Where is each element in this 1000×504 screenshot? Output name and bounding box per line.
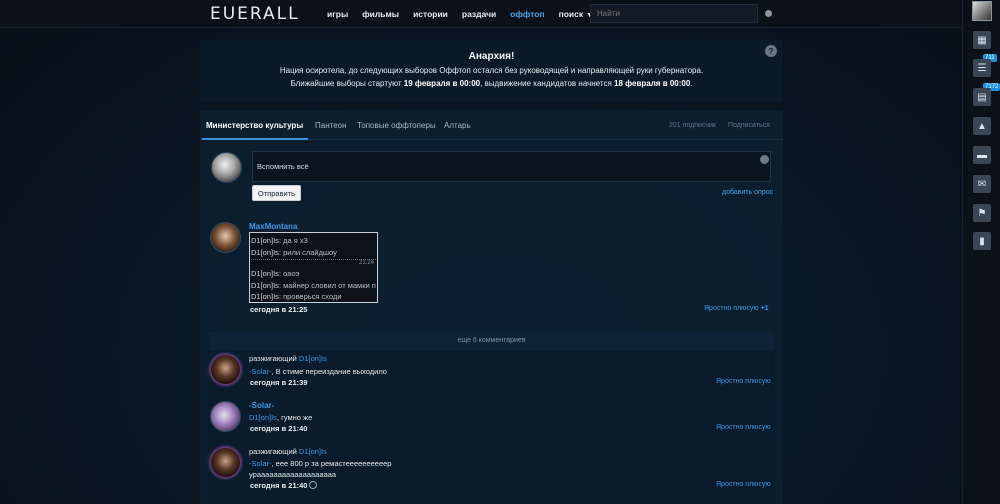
announcement-title: Анархия! [468,51,515,62]
post-author[interactable]: MaxMontana [249,222,297,231]
mention-link[interactable]: D1[on]Is [249,413,277,422]
quote-nick: D1[on]Is [251,269,279,278]
quote-nick: D1[on]Is [251,247,279,257]
reply-text: -Solar-, еее 800 р за ремастеееееееееер [249,459,391,468]
announcement-banner: ? Анархия! Нация осиротела, до следующих… [200,40,783,102]
help-icon[interactable]: ? [765,45,777,57]
nav-search-label: поиск [558,9,584,19]
quote-text: : рили слайдшоу [278,247,337,257]
user-avatar[interactable] [972,1,992,21]
quote-text: : проверься сходи [278,292,342,301]
subscribe-button[interactable]: Подписаться [728,122,770,129]
user-rank: разжигающий [249,447,297,456]
main-panel: Министерство культуры Пантеон Топовые оф… [200,110,783,504]
top-bar: EUERALL игры фильмы истории раздачи оффт… [0,0,1000,28]
election-date: 19 февраля в 00:00 [403,79,481,88]
quote-nick: D1[on]Is [251,292,279,301]
stats-icon[interactable]: ▮ [973,232,991,250]
avatar[interactable] [210,354,241,385]
announcement-line1: Нация осиротела, до следующих выборов Оф… [279,66,704,75]
announcement-text: Ближайшие выборы стартуют [290,79,404,88]
tab-pantheon[interactable]: Пантеон [315,121,347,130]
mention-link[interactable]: -Solar- [249,459,272,468]
reply-author[interactable]: D1[on]Is [299,354,327,363]
reply-time[interactable]: сегодня в 21:39 [250,378,307,387]
announcement-line2: Ближайшие выборы стартуют 19 февраля в 0… [200,79,783,88]
quote-divider: 21:24 [251,259,376,267]
quote-nick: D1[on]Is [251,236,279,245]
active-tab-indicator [202,138,308,140]
subscriber-count: 201 подписчик [669,122,716,129]
main-nav: игры фильмы истории раздачи оффтоп поиск… [327,9,607,19]
smile-icon[interactable] [760,155,769,164]
avatar[interactable] [210,401,241,432]
reply-author[interactable]: D1[on]Is [299,447,327,456]
list-icon[interactable]: ☰ [973,59,991,77]
comment-input[interactable] [252,151,771,182]
nav-giveaways[interactable]: раздачи [462,9,496,19]
reply-body: , гумно же [276,413,313,422]
avatar[interactable] [210,447,241,478]
quote-time: 21:24 [358,260,374,266]
feed-icon[interactable]: ▤ [973,88,991,106]
plus-label: Яростно плюсую [704,305,759,312]
more-comments-button[interactable]: еще 6 комментариев [209,332,774,350]
reply-text: D1[on]Is, гумно же [249,413,312,422]
site-logo[interactable]: EUERALL [210,4,300,24]
send-button[interactable]: Отправить [252,185,301,201]
nav-search-menu[interactable]: поиск▼ [559,9,593,19]
announcement-text: . [690,79,693,88]
right-sidebar: ▦ 711 ☰ 7172 ▤ ▲ ▬ ✉ ⚑ ▮ [962,0,1000,504]
mail-icon[interactable]: ✉ [973,175,991,193]
quote-nick: D1[on]Is [251,280,279,290]
quote-line: D1[on]Is: проверься сходи [251,291,376,303]
reply-author[interactable]: -Solar- [249,401,274,410]
nomination-date: 18 февраля в 00:00 [614,79,691,88]
avatar [211,152,242,183]
grid-icon[interactable]: ▦ [973,31,991,49]
search-input[interactable] [590,4,758,23]
chat-icon[interactable]: ▬ [973,146,991,164]
nav-offtop[interactable]: оффтоп [510,9,544,19]
announcement-text: , выдвижение кандидатов начнется [480,79,614,88]
avatar[interactable] [210,222,241,253]
tab-bar: Министерство культуры Пантеон Топовые оф… [200,110,783,140]
nav-games[interactable]: игры [327,9,348,19]
reply-text: -Solar-, В стиме переиздание выходило [249,367,387,376]
quote-line: D1[on]Is: рили слайдшоу [251,247,376,259]
edit-icon[interactable] [309,481,317,489]
plus-button[interactable]: Яростно плюсую [716,378,771,385]
tab-altar[interactable]: Алтарь [444,121,471,130]
reply-header: разжигающий D1[on]Is [249,354,327,363]
bell-icon[interactable]: ▲ [973,117,991,135]
flag-icon[interactable]: ⚑ [973,204,991,222]
reply-text-line2: урааааааааааааааааааа [249,470,337,479]
reply-body: , В стиме переиздание выходило [271,367,387,376]
quote-text: : майнер словил от мамки пр [278,280,376,290]
plus-count: +1 [760,305,769,312]
add-poll-link[interactable]: добавить опрос [722,189,773,196]
plus-button[interactable]: Яростно плюсую +1 [704,305,769,312]
reply-time[interactable]: сегодня в 21:40 [250,424,307,433]
reply-header: разжигающий D1[on]Is [249,447,327,456]
nav-films[interactable]: фильмы [362,9,399,19]
quote-line: D1[on]Is: майнер словил от мамки пр [251,280,376,292]
tab-ministry-of-culture[interactable]: Министерство культуры [206,121,303,130]
nav-stories[interactable]: истории [413,9,448,19]
status-indicator-icon [765,10,772,17]
reply-body: , еее 800 р за ремастеееееееееер [271,459,392,468]
chat-quote-image: D1[on]Is: да я х3 D1[on]Is: рили слайдшо… [249,232,378,303]
quote-text: : да я х3 [278,236,308,245]
user-rank: разжигающий [249,354,297,363]
reply-time[interactable]: сегодня в 21:40 [250,481,307,490]
mention-link[interactable]: -Solar- [249,367,272,376]
quote-line: D1[on]Is: да я х3 [251,235,376,247]
plus-button[interactable]: Яростно плюсую [716,481,771,488]
quote-line: D1[on]Is: оаоэ [251,268,376,280]
tab-top-offtopers[interactable]: Топовые оффтоперы [357,121,436,130]
plus-button[interactable]: Яростно плюсую [716,424,771,431]
quote-text: : оаоэ [278,269,300,278]
post-time[interactable]: сегодня в 21:25 [250,305,307,314]
